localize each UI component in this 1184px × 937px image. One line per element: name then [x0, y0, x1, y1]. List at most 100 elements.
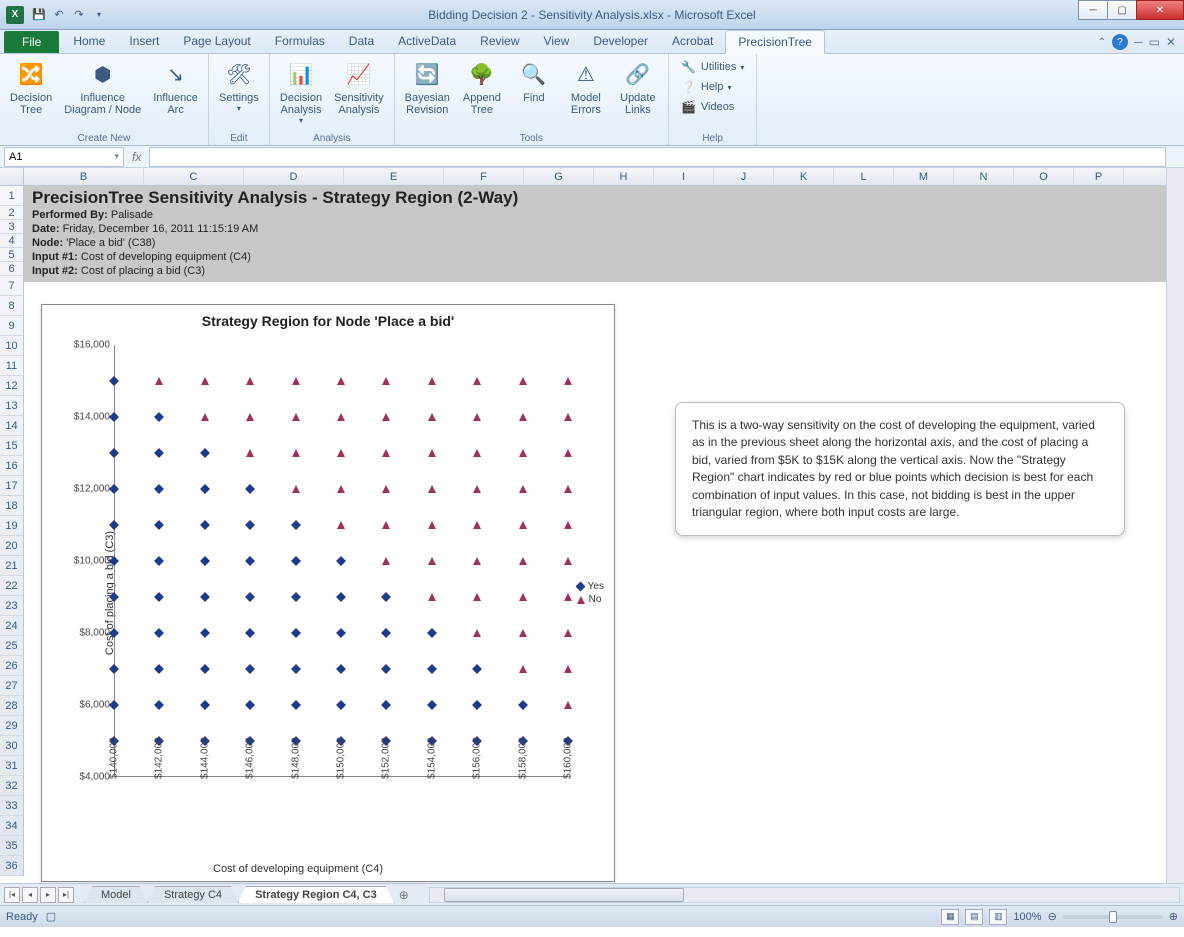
ribbon-tab-data[interactable]: Data: [337, 30, 386, 53]
row-header[interactable]: 19: [0, 516, 23, 536]
fx-icon[interactable]: fx: [124, 150, 149, 164]
view-normal-button[interactable]: ▦: [941, 909, 959, 925]
row-header[interactable]: 23: [0, 596, 23, 616]
row-header[interactable]: 20: [0, 536, 23, 556]
row-header[interactable]: 21: [0, 556, 23, 576]
decision-analysis-button[interactable]: 📊Decision Analysis▾: [274, 56, 328, 127]
column-header[interactable]: B: [24, 168, 144, 185]
row-header[interactable]: 7: [0, 276, 23, 296]
model-errors-button[interactable]: ⚠Model Errors: [560, 56, 612, 118]
column-header[interactable]: D: [244, 168, 344, 185]
ribbon-tab-review[interactable]: Review: [468, 30, 531, 53]
column-header[interactable]: N: [954, 168, 1014, 185]
vertical-scrollbar[interactable]: [1166, 168, 1184, 883]
help-button[interactable]: ❔Help ▾: [679, 78, 746, 96]
undo-icon[interactable]: ↶: [50, 6, 68, 24]
find-button[interactable]: 🔍Find: [508, 56, 560, 106]
row-header[interactable]: 32: [0, 776, 23, 796]
sheet-tab[interactable]: Model: [84, 886, 148, 903]
column-header[interactable]: C: [144, 168, 244, 185]
chart[interactable]: Strategy Region for Node 'Place a bid' C…: [41, 304, 615, 882]
ribbon-tab-view[interactable]: View: [532, 30, 582, 53]
column-header[interactable]: M: [894, 168, 954, 185]
tab-nav-last[interactable]: ▸|: [58, 887, 74, 903]
row-header[interactable]: 30: [0, 736, 23, 756]
row-header[interactable]: 10: [0, 336, 23, 356]
row-header[interactable]: 8: [0, 296, 23, 316]
formula-input[interactable]: [149, 147, 1166, 167]
ribbon-tab-activedata[interactable]: ActiveData: [386, 30, 468, 53]
tab-nav-next[interactable]: ▸: [40, 887, 56, 903]
append-tree-button[interactable]: 🌳Append Tree: [456, 56, 508, 118]
sensitivity-analysis-button[interactable]: 📈Sensitivity Analysis: [328, 56, 390, 118]
row-header[interactable]: 2: [0, 206, 23, 220]
row-header[interactable]: 15: [0, 436, 23, 456]
doc-minimize-icon[interactable]: ─: [1134, 35, 1143, 49]
ribbon-tab-insert[interactable]: Insert: [117, 30, 171, 53]
row-header[interactable]: 13: [0, 396, 23, 416]
column-header[interactable]: F: [444, 168, 524, 185]
row-header[interactable]: 29: [0, 716, 23, 736]
zoom-out-button[interactable]: ⊖: [1048, 910, 1057, 923]
ribbon-tab-developer[interactable]: Developer: [581, 30, 660, 53]
row-header[interactable]: 11: [0, 356, 23, 376]
row-header[interactable]: 24: [0, 616, 23, 636]
settings-button[interactable]: 🛠Settings▾: [213, 56, 265, 115]
row-header[interactable]: 28: [0, 696, 23, 716]
ribbon-tab-home[interactable]: Home: [61, 30, 117, 53]
maximize-button[interactable]: ▢: [1107, 0, 1137, 20]
row-header[interactable]: 5: [0, 248, 23, 262]
zoom-in-button[interactable]: ⊕: [1169, 910, 1178, 923]
view-layout-button[interactable]: ▤: [965, 909, 983, 925]
row-header[interactable]: 14: [0, 416, 23, 436]
row-header[interactable]: 1: [0, 186, 23, 206]
row-header[interactable]: 18: [0, 496, 23, 516]
ribbon-tab-precisiontree[interactable]: PrecisionTree: [725, 30, 825, 54]
row-header[interactable]: 25: [0, 636, 23, 656]
row-header[interactable]: 22: [0, 576, 23, 596]
zoom-slider[interactable]: [1063, 915, 1163, 919]
minimize-button[interactable]: ─: [1078, 0, 1108, 20]
row-header[interactable]: 26: [0, 656, 23, 676]
row-header[interactable]: 9: [0, 316, 23, 336]
influence-diagram-button[interactable]: ⬢Influence Diagram / Node: [58, 56, 147, 118]
update-links-button[interactable]: 🔗Update Links: [612, 56, 664, 118]
redo-icon[interactable]: ↷: [70, 6, 88, 24]
sheet-tab[interactable]: Strategy C4: [147, 886, 239, 903]
column-header[interactable]: H: [594, 168, 654, 185]
column-header[interactable]: J: [714, 168, 774, 185]
horizontal-scrollbar[interactable]: [429, 887, 1180, 903]
doc-restore-icon[interactable]: ▭: [1149, 35, 1160, 49]
bayesian-revision-button[interactable]: 🔄Bayesian Revision: [399, 56, 456, 118]
influence-arc-button[interactable]: ↘Influence Arc: [147, 56, 204, 118]
column-header[interactable]: G: [524, 168, 594, 185]
close-button[interactable]: ✕: [1136, 0, 1184, 20]
column-header[interactable]: I: [654, 168, 714, 185]
row-header[interactable]: 6: [0, 262, 23, 276]
tab-nav-first[interactable]: |◂: [4, 887, 20, 903]
file-tab[interactable]: File: [4, 31, 59, 53]
row-header[interactable]: 34: [0, 816, 23, 836]
row-header[interactable]: 4: [0, 234, 23, 248]
view-pagebreak-button[interactable]: ▥: [989, 909, 1007, 925]
row-header[interactable]: 36: [0, 856, 23, 876]
name-box[interactable]: A1: [4, 147, 124, 167]
qat-more-icon[interactable]: ▾: [90, 6, 108, 24]
utilities-button[interactable]: 🔧Utilities ▾: [679, 58, 746, 76]
column-header[interactable]: O: [1014, 168, 1074, 185]
column-header[interactable]: L: [834, 168, 894, 185]
row-header[interactable]: 17: [0, 476, 23, 496]
row-header[interactable]: 3: [0, 220, 23, 234]
macro-record-icon[interactable]: ▢: [46, 910, 56, 923]
row-header[interactable]: 27: [0, 676, 23, 696]
column-header[interactable]: K: [774, 168, 834, 185]
videos-button[interactable]: 🎬Videos: [679, 98, 746, 116]
ribbon-tab-formulas[interactable]: Formulas: [263, 30, 337, 53]
select-all-corner[interactable]: [0, 168, 24, 186]
sheet-tab[interactable]: Strategy Region C4, C3: [238, 886, 394, 903]
row-header[interactable]: 12: [0, 376, 23, 396]
row-header[interactable]: 16: [0, 456, 23, 476]
tab-nav-prev[interactable]: ◂: [22, 887, 38, 903]
row-header[interactable]: 33: [0, 796, 23, 816]
ribbon-minimize-icon[interactable]: ⌃: [1098, 37, 1106, 48]
